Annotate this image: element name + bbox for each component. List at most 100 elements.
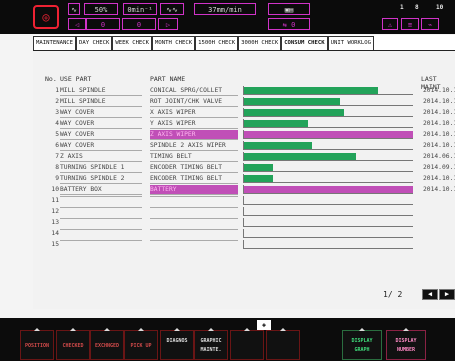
- tab-week-check[interactable]: WEEK CHECK: [112, 36, 153, 50]
- softkey-arrow-icon: [244, 328, 250, 331]
- progress-bar: [244, 175, 273, 182]
- softkey-arrow-icon: [403, 328, 409, 331]
- row-number: 9: [55, 175, 59, 182]
- table-row[interactable]: 6 WAY COVER SPINDLE 2 AXIS WIPER 2014.10…: [33, 141, 455, 151]
- row-use-part: [60, 240, 142, 241]
- row-use-part: WAY COVER: [60, 119, 142, 129]
- table-row[interactable]: 13: [33, 218, 455, 228]
- softkey-arrow-icon: [174, 328, 180, 331]
- progress-bar: [244, 142, 312, 149]
- softkey-arrow-icon: [34, 328, 40, 331]
- progress-frame: [243, 119, 413, 128]
- progress-frame: [243, 229, 413, 238]
- progress-frame: [243, 163, 413, 172]
- progress-bar: [244, 153, 356, 160]
- table-row[interactable]: 14: [33, 229, 455, 239]
- row-part-name: ENCODER TIMING BELT: [150, 174, 238, 184]
- softkey-arrow-icon: [70, 328, 76, 331]
- row-last-maint: 2014.06.1: [423, 153, 455, 160]
- header-use-part: USE PART: [60, 75, 92, 83]
- row-use-part: [60, 229, 142, 230]
- tab-consum-check[interactable]: CONSUM CHECK: [281, 36, 328, 50]
- row-part-name: [150, 196, 238, 197]
- row-use-part: WAY COVER: [60, 130, 142, 140]
- progress-bar: [244, 164, 273, 171]
- header-no: No.: [45, 75, 57, 83]
- table-row[interactable]: 4 WAY COVER Y AXIS WIPER 2014.10.1: [33, 119, 455, 129]
- row-last-maint: 2014.10.1: [423, 87, 455, 94]
- progress-frame: [243, 174, 413, 183]
- row-last-maint: 2014.10.1: [423, 175, 455, 182]
- row-number: 11: [51, 197, 59, 204]
- tool-status: ▣▤: [268, 3, 310, 15]
- table-row[interactable]: 12: [33, 207, 455, 217]
- softkey-10[interactable]: DISPLAY NUMBER: [386, 328, 426, 360]
- forward-arrow-icon[interactable]: ▷: [158, 18, 178, 30]
- feed-speed: 37mm/min: [194, 3, 256, 15]
- tab-month-check[interactable]: MONTH CHECK: [152, 36, 196, 50]
- status-icon-1: ⚠: [382, 18, 398, 30]
- row-part-name: [150, 218, 238, 219]
- softkey-7[interactable]: [230, 328, 264, 360]
- axis-status: ⇆ 0: [268, 18, 310, 30]
- progress-bar: [244, 120, 309, 127]
- progress-frame: [243, 141, 413, 150]
- table-row[interactable]: 7 Z AXIS TIMING BELT 2014.06.1: [33, 152, 455, 162]
- table-row[interactable]: 1 MILL SPINDLE CONICAL SPRG/COLLET 2014.…: [33, 86, 455, 96]
- row-number: 3: [55, 109, 59, 116]
- softkey-8[interactable]: [266, 328, 300, 360]
- table-row[interactable]: 15: [33, 240, 455, 250]
- tab-day-check[interactable]: DAY CHECK: [76, 36, 113, 50]
- table-row[interactable]: 8 TURNING SPINDLE 1 ENCODER TIMING BELT …: [33, 163, 455, 173]
- mode-toggle-icon[interactable]: ◈: [257, 320, 271, 330]
- softkey-arrow-icon: [280, 328, 286, 331]
- softkey-3[interactable]: EXCHNGED: [90, 328, 124, 360]
- softkey-9[interactable]: DISPLAY GRAPH: [342, 328, 382, 360]
- table-row[interactable]: 3 WAY COVER X AXIS WIPER 2014.10.1: [33, 108, 455, 118]
- progress-frame: [243, 130, 413, 139]
- row-last-maint: 2014.10.1: [423, 186, 455, 193]
- softkey-2[interactable]: CHECKED: [56, 328, 90, 360]
- row-use-part: Z AXIS: [60, 152, 142, 162]
- row-use-part: TURNING SPINDLE 1: [60, 163, 142, 173]
- row-number: 8: [55, 164, 59, 171]
- progress-frame: [243, 152, 413, 161]
- right-count: 1: [400, 4, 404, 11]
- table-row[interactable]: 2 MILL SPINDLE ROT JOINT/CHK VALVE 2014.…: [33, 97, 455, 107]
- spindle-rate: 0min⁻¹: [123, 3, 157, 15]
- right-small: 8: [415, 4, 419, 11]
- row-last-maint: 2014.10.1: [423, 142, 455, 149]
- back-arrow-icon[interactable]: ◁: [68, 18, 86, 30]
- softkey-6[interactable]: GRAPHIC MAINTE.: [194, 328, 228, 360]
- row-part-name: Y AXIS WIPER: [150, 119, 238, 129]
- table-row[interactable]: 11: [33, 196, 455, 206]
- row-number: 12: [51, 208, 59, 215]
- mode-indicator: 50%: [84, 3, 118, 15]
- softkey-4[interactable]: PICK UP: [124, 328, 158, 360]
- table-row[interactable]: 9 TURNING SPINDLE 2 ENCODER TIMING BELT …: [33, 174, 455, 184]
- tab-unit-worklog[interactable]: UNIT WORKLOG: [327, 36, 375, 50]
- tab-3000h-check[interactable]: 3000H CHECK: [238, 36, 282, 50]
- row-use-part: [60, 196, 142, 197]
- left-zero-2: 0: [122, 18, 156, 30]
- row-number: 10: [51, 186, 59, 193]
- tab-1500h-check[interactable]: 1500H CHECK: [195, 36, 239, 50]
- table-row[interactable]: 10 BATTERY BOX BATTERY 2014.10.1: [33, 185, 455, 195]
- row-part-name: BATTERY: [150, 185, 238, 195]
- softkey-5[interactable]: DIAGNOS: [160, 328, 194, 360]
- tab-bar: MAINTENANCE DAY CHECK WEEK CHECK MONTH C…: [33, 35, 455, 51]
- header-part-name: PART NAME: [150, 75, 186, 83]
- row-part-name: [150, 229, 238, 230]
- table-row[interactable]: 5 WAY COVER Z AXIS WIPER 2014.10.1: [33, 130, 455, 140]
- machine-logo-icon[interactable]: ◎: [33, 5, 59, 29]
- tab-maintenance[interactable]: MAINTENANCE: [33, 36, 77, 50]
- progress-frame: [243, 196, 413, 205]
- prev-page-button[interactable]: ◀: [422, 289, 438, 300]
- progress-bar: [244, 131, 413, 138]
- left-zero: 0: [86, 18, 120, 30]
- wave-icon-2: ∿∿: [160, 3, 184, 15]
- softkey-arrow-icon: [208, 328, 214, 331]
- row-number: 7: [55, 153, 59, 160]
- next-page-button[interactable]: ▶: [439, 289, 455, 300]
- softkey-1[interactable]: POSITION: [20, 328, 54, 360]
